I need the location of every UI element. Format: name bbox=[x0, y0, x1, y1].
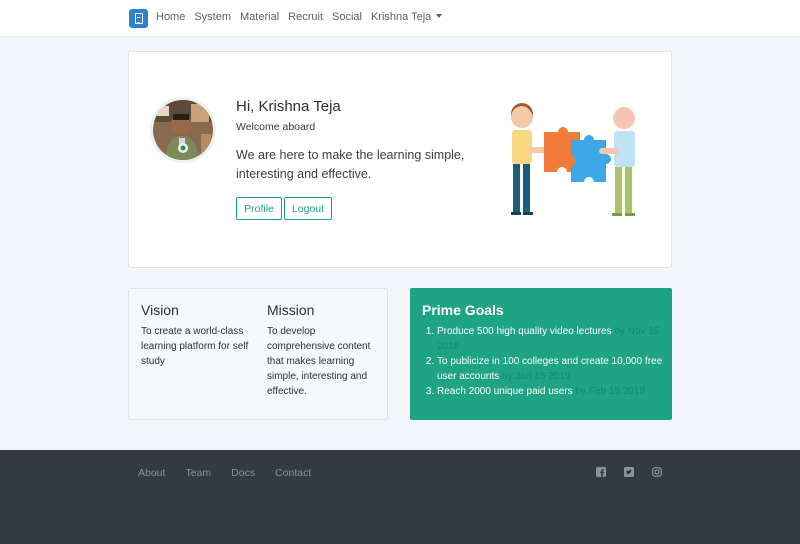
vision-mission-card: Vision To create a world-class learning … bbox=[128, 288, 388, 420]
nav-system[interactable]: System bbox=[194, 11, 231, 23]
mission-text: To develop comprehensive content that ma… bbox=[267, 326, 371, 397]
goal-date: by Feb 15 2019 bbox=[575, 386, 645, 397]
footer-about-link[interactable]: About bbox=[138, 467, 165, 479]
nav-home[interactable]: Home bbox=[156, 11, 185, 23]
mission-title: Mission bbox=[267, 302, 315, 318]
welcome-card: Hi, Krishna Teja Welcome aboard We are h… bbox=[128, 51, 672, 268]
goal-item: Produce 500 high quality video lectures … bbox=[437, 324, 665, 354]
footer-team-link[interactable]: Team bbox=[185, 467, 211, 479]
user-menu-dropdown[interactable]: Krishna Teja bbox=[370, 11, 443, 23]
instagram-icon[interactable] bbox=[652, 467, 662, 477]
nav-links: Home System Material Recruit Social Kris… bbox=[156, 11, 451, 23]
teamwork-puzzle-illustration bbox=[511, 103, 635, 216]
vision-section: Vision To create a world-class learning … bbox=[141, 302, 256, 369]
mission-section: Mission To develop comprehensive content… bbox=[267, 302, 382, 399]
footer-contact-link[interactable]: Contact bbox=[275, 467, 311, 479]
nav-recruit[interactable]: Recruit bbox=[288, 11, 323, 23]
goal-text: Reach 2000 unique paid users bbox=[437, 386, 573, 397]
welcome-subtitle: Welcome aboard bbox=[236, 121, 316, 133]
nav-material[interactable]: Material bbox=[240, 11, 279, 23]
nav-social[interactable]: Social bbox=[332, 11, 362, 23]
book-icon bbox=[134, 13, 143, 24]
brand-logo[interactable] bbox=[129, 9, 148, 28]
vision-text: To create a world-class learning platfor… bbox=[141, 326, 249, 367]
tagline: We are here to make the learning simple,… bbox=[236, 148, 465, 181]
user-menu-label: Krishna Teja bbox=[370, 11, 432, 23]
prime-goals-card: Prime Goals Produce 500 high quality vid… bbox=[410, 288, 672, 420]
goal-item: Reach 2000 unique paid users by Feb 15 2… bbox=[437, 384, 665, 399]
greeting-heading: Hi, Krishna Teja bbox=[236, 98, 341, 115]
navbar: Home System Material Recruit Social Kris… bbox=[0, 0, 800, 37]
profile-button[interactable]: Profile bbox=[236, 197, 282, 220]
footer-docs-link[interactable]: Docs bbox=[231, 467, 255, 479]
footer-links: About Team Docs Contact bbox=[138, 467, 331, 479]
goal-text: Produce 500 high quality video lectures bbox=[437, 326, 612, 337]
footer: About Team Docs Contact bbox=[0, 450, 800, 544]
avatar bbox=[150, 97, 216, 163]
goal-item: To publicize in 100 colleges and create … bbox=[437, 354, 665, 384]
logout-button[interactable]: Logout bbox=[284, 197, 332, 220]
goals-title: Prime Goals bbox=[422, 302, 504, 318]
facebook-icon[interactable] bbox=[596, 467, 606, 477]
chevron-down-icon bbox=[436, 14, 443, 18]
twitter-icon[interactable] bbox=[624, 467, 634, 477]
goal-date: by Jan 15 2019 bbox=[502, 371, 571, 382]
vision-title: Vision bbox=[141, 302, 179, 318]
goals-list: Produce 500 high quality video lectures … bbox=[437, 324, 665, 399]
